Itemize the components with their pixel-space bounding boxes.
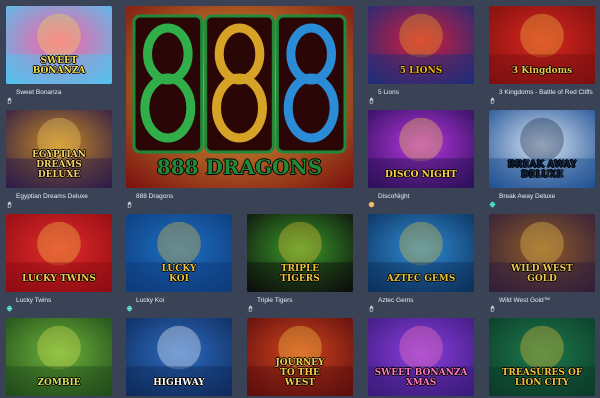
disconight-thumbnail[interactable]: DISCO NIGHT (368, 110, 474, 188)
hand-icon (489, 297, 496, 312)
lucky-koi-logo: LUCKY KOI (161, 264, 197, 284)
game-caption[interactable]: Lucky Koi (126, 295, 165, 312)
lucky-twins-thumbnail[interactable]: LUCKY TWINS (6, 214, 112, 292)
hand-icon (489, 89, 496, 104)
3-kingdoms-thumbnail[interactable]: 3 Kingdoms (489, 6, 595, 84)
game-caption[interactable]: Triple Tigers (247, 295, 293, 312)
sweet-bonanza-xmas-logo: SWEET BONANZA XMAS (374, 368, 468, 388)
888-dragons-thumbnail[interactable]: 888 DRAGONS (126, 6, 353, 188)
game-title: DiscoNight (378, 193, 410, 200)
game-title: Sweet Bonanza (16, 89, 62, 96)
game-caption[interactable]: Break Away Deluxe (489, 191, 556, 208)
5-lions-thumbnail[interactable]: 5 LIONS (368, 6, 474, 84)
game-title: Triple Tigers (257, 297, 293, 304)
coin-icon (368, 193, 375, 208)
triple-tigers-thumbnail[interactable]: TRIPLE TIGERS (247, 214, 353, 292)
game-title: Lucky Twins (16, 297, 52, 304)
highway-logo: HIGHWAY (153, 378, 205, 388)
highway-thumbnail[interactable]: HIGHWAY (126, 318, 232, 396)
game-title: 5 Lions (378, 89, 399, 96)
game-caption[interactable]: 5 Lions (368, 87, 399, 104)
888-dragons-logo: 888 DRAGONS (156, 155, 323, 179)
game-title: Aztec Gems (378, 297, 414, 304)
triple-tigers-logo: TRIPLE TIGERS (280, 264, 320, 284)
break-away-deluxe-logo: BREAK AWAY DELUXE (507, 160, 577, 180)
egyptian-dreams-deluxe-thumbnail[interactable]: EGYPTIAN DREAMS DELUXE (6, 110, 112, 188)
lucky-twins-logo: LUCKY TWINS (22, 274, 96, 284)
hand-icon (368, 89, 375, 104)
lucky-koi-thumbnail[interactable]: LUCKY KOI (126, 214, 232, 292)
game-title: Egyptian Dreams Deluxe (16, 193, 88, 200)
game-caption[interactable]: DiscoNight (368, 191, 410, 208)
hand-icon (6, 89, 13, 104)
game-title: Break Away Deluxe (499, 193, 556, 200)
5-lions-logo: 5 LIONS (399, 66, 443, 76)
aztec-gems-logo: AZTEC GEMS (386, 274, 456, 284)
hand-icon (247, 297, 254, 312)
treasures-of-lion-city-thumbnail[interactable]: TREASURES OF LION CITY (489, 318, 595, 396)
globe-icon (126, 297, 133, 312)
break-away-deluxe-thumbnail[interactable]: BREAK AWAY DELUXE (489, 110, 595, 188)
hand-icon (368, 297, 375, 312)
game-caption[interactable]: 3 Kingdoms - Battle of Red Cliffs (489, 87, 593, 104)
globe-icon (6, 297, 13, 312)
disconight-logo: DISCO NIGHT (385, 170, 457, 180)
zombie-logo: ZOMBIE (37, 378, 81, 388)
game-caption[interactable]: 888 Dragons (126, 191, 174, 208)
egyptian-dreams-deluxe-logo: EGYPTIAN DREAMS DELUXE (32, 150, 86, 180)
hand-icon (6, 193, 13, 208)
wild-west-gold-thumbnail[interactable]: WILD WEST GOLD (489, 214, 595, 292)
game-title: Lucky Koi (136, 297, 165, 304)
aztec-gems-thumbnail[interactable]: AZTEC GEMS (368, 214, 474, 292)
game-caption[interactable]: Lucky Twins (6, 295, 52, 312)
game-caption[interactable]: Aztec Gems (368, 295, 414, 312)
3-kingdoms-logo: 3 Kingdoms (511, 66, 573, 76)
sweet-bonanza-logo: SWEET BONANZA (32, 56, 86, 76)
treasures-of-lion-city-logo: TREASURES OF LION CITY (501, 368, 583, 388)
game-title: Wild West Gold™ (499, 297, 551, 304)
zombie-thumbnail[interactable]: ZOMBIE (6, 318, 112, 396)
sweet-bonanza-thumbnail[interactable]: SWEET BONANZA (6, 6, 112, 84)
game-caption[interactable]: Wild West Gold™ (489, 295, 551, 312)
game-title: 888 Dragons (136, 193, 174, 200)
sweet-bonanza-xmas-thumbnail[interactable]: SWEET BONANZA XMAS (368, 318, 474, 396)
game-caption[interactable]: Sweet Bonanza (6, 87, 62, 104)
globe-icon (489, 193, 496, 208)
game-caption[interactable]: Egyptian Dreams Deluxe (6, 191, 88, 208)
journey-to-the-west-thumbnail[interactable]: JOURNEY TO THE WEST (247, 318, 353, 396)
hand-icon (126, 193, 133, 208)
journey-to-the-west-logo: JOURNEY TO THE WEST (275, 358, 325, 388)
game-title: 3 Kingdoms - Battle of Red Cliffs (499, 89, 593, 96)
wild-west-gold-logo: WILD WEST GOLD (511, 264, 573, 284)
